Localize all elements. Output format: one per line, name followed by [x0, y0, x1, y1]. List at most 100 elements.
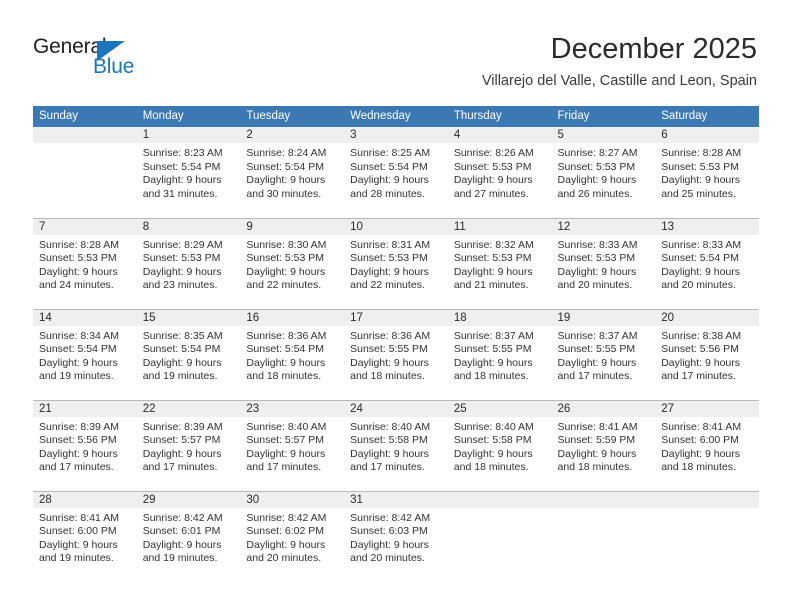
- day-details: Sunrise: 8:32 AM Sunset: 5:53 PM Daylight:…: [448, 235, 552, 293]
- day-number: 2: [240, 127, 345, 143]
- weekday-header-row: Sunday Monday Tuesday Wednesday Thursday…: [33, 106, 759, 127]
- sunrise-time: Sunrise: 8:25 AM: [350, 147, 431, 159]
- daylight-duration-line2: and 19 minutes.: [39, 370, 114, 383]
- sunset-time: Sunset: 5:56 PM: [39, 434, 117, 447]
- calendar-day-cell[interactable]: 1 Sunrise: 8:23 AM Sunset: 5:54 PM Daylight…: [136, 127, 241, 218]
- sunset-time: Sunset: 5:58 PM: [350, 434, 428, 447]
- daylight-duration-line2: and 20 minutes.: [246, 552, 322, 565]
- general-blue-logo[interactable]: General Blue: [33, 36, 183, 86]
- day-number: 24: [344, 400, 448, 417]
- day-number: 4: [447, 127, 552, 143]
- calendar-day-cell[interactable]: 8 Sunrise: 8:29 AM Sunset: 5:53 PM Daylight…: [136, 217, 241, 309]
- calendar-day-cell[interactable]: 10 Sunrise: 8:31 AM Sunset: 5:53 PM Dayligh…: [344, 217, 448, 309]
- calendar-day-cell[interactable]: 2 Sunrise: 8:24 AM Sunset: 5:54 PM Daylight…: [240, 127, 345, 218]
- daylight-duration-line1: Daylight: 9 hours: [39, 447, 118, 460]
- calendar-day-cell[interactable]: 14 Sunrise: 8:34 AM Sunset: 5:54 PM Dayligh…: [33, 308, 137, 400]
- calendar-day-cell[interactable]: 19 Sunrise: 8:37 AM Sunset: 5:55 PM Dayligh…: [551, 308, 656, 400]
- day-number: 28: [33, 491, 137, 508]
- calendar-day-cell[interactable]: 4 Sunrise: 8:26 AM Sunset: 5:53 PM Daylight…: [447, 127, 552, 218]
- calendar-day-cell[interactable]: 12 Sunrise: 8:33 AM Sunset: 5:53 PM Dayligh…: [551, 217, 656, 309]
- calendar-day-cell[interactable]: 9 Sunrise: 8:30 AM Sunset: 5:53 PM Daylight…: [240, 217, 345, 309]
- daylight-duration-line2: and 18 minutes.: [453, 370, 529, 383]
- calendar-week-row: 7 Sunrise: 8:28 AM Sunset: 5:53 PM Daylight…: [33, 217, 759, 309]
- sunset-time: Sunset: 6:01 PM: [142, 525, 221, 538]
- daylight-duration-line2: and 19 minutes.: [39, 552, 114, 565]
- calendar-day-cell[interactable]: 15 Sunrise: 8:35 AM Sunset: 5:54 PM Dayligh…: [136, 308, 241, 400]
- day-details: Sunrise: 8:36 AM Sunset: 5:54 PM Daylight:…: [240, 326, 344, 384]
- sunset-time: Sunset: 5:59 PM: [557, 434, 636, 447]
- calendar-day-cell[interactable]: 30 Sunrise: 8:42 AM Sunset: 6:02 PM Dayligh…: [240, 490, 345, 582]
- day-number: 6: [655, 127, 759, 143]
- calendar-day-cell[interactable]: 22 Sunrise: 8:39 AM Sunset: 5:57 PM Dayligh…: [136, 399, 241, 491]
- calendar-day-cell[interactable]: 16 Sunrise: 8:36 AM Sunset: 5:54 PM Dayligh…: [240, 308, 345, 400]
- daylight-duration-line2: and 20 minutes.: [661, 279, 736, 292]
- calendar-day-cell[interactable]: 25 Sunrise: 8:40 AM Sunset: 5:58 PM Dayligh…: [447, 399, 552, 491]
- day-number: 15: [136, 309, 241, 326]
- daylight-duration-line1: Daylight: 9 hours: [350, 174, 429, 187]
- calendar-week-row: 28 Sunrise: 8:41 AM Sunset: 6:00 PM Dayligh…: [33, 490, 759, 582]
- daylight-duration-line2: and 17 minutes.: [246, 461, 322, 474]
- day-number: 23: [240, 400, 345, 417]
- sunset-time: Sunset: 5:54 PM: [246, 160, 325, 173]
- day-details: Sunrise: 8:37 AM Sunset: 5:55 PM Daylight:…: [552, 326, 656, 384]
- calendar-day-cell[interactable]: 31 Sunrise: 8:42 AM Sunset: 6:03 PM Dayligh…: [344, 490, 448, 582]
- sunset-time: Sunset: 5:54 PM: [39, 343, 117, 356]
- day-number: 29: [136, 491, 241, 508]
- daylight-duration-line1: Daylight: 9 hours: [246, 538, 326, 551]
- calendar-day-cell[interactable]: 26 Sunrise: 8:41 AM Sunset: 5:59 PM Dayligh…: [551, 399, 656, 491]
- day-details: Sunrise: 8:24 AM Sunset: 5:54 PM Daylight:…: [240, 143, 344, 201]
- calendar-day-cell[interactable]: 13 Sunrise: 8:33 AM Sunset: 5:54 PM Dayligh…: [655, 217, 759, 309]
- sunset-time: Sunset: 5:55 PM: [453, 343, 532, 356]
- sunrise-time: Sunrise: 8:39 AM: [142, 420, 223, 433]
- day-details: Sunrise: 8:40 AM Sunset: 5:58 PM Daylight:…: [344, 417, 448, 475]
- calendar-day-cell[interactable]: 7 Sunrise: 8:28 AM Sunset: 5:53 PM Daylight…: [33, 217, 137, 309]
- sunrise-time: Sunrise: 8:34 AM: [39, 329, 119, 342]
- daylight-duration-line1: Daylight: 9 hours: [142, 174, 222, 187]
- daylight-duration-line1: Daylight: 9 hours: [453, 447, 533, 460]
- sunrise-sunset-calendar: Sunday Monday Tuesday Wednesday Thursday…: [33, 106, 759, 582]
- day-details: Sunrise: 8:26 AM Sunset: 5:53 PM Daylight:…: [448, 143, 552, 201]
- daylight-duration-line2: and 25 minutes.: [661, 187, 736, 200]
- day-number: [551, 491, 656, 508]
- day-number: 27: [655, 400, 759, 417]
- sunrise-time: Sunrise: 8:23 AM: [142, 147, 223, 159]
- calendar-empty-cell: [655, 490, 759, 582]
- daylight-duration-line2: and 17 minutes.: [39, 461, 114, 474]
- calendar-day-cell[interactable]: 18 Sunrise: 8:37 AM Sunset: 5:55 PM Dayligh…: [447, 308, 552, 400]
- sunrise-time: Sunrise: 8:36 AM: [246, 329, 327, 342]
- day-number: 18: [447, 309, 552, 326]
- day-number: 10: [344, 218, 448, 235]
- calendar-day-cell[interactable]: 3 Sunrise: 8:25 AM Sunset: 5:54 PM Daylight…: [344, 127, 448, 218]
- calendar-day-cell[interactable]: 5 Sunrise: 8:27 AM Sunset: 5:53 PM Daylight…: [551, 127, 656, 218]
- sunset-time: Sunset: 5:57 PM: [142, 434, 221, 447]
- daylight-duration-line1: Daylight: 9 hours: [39, 356, 118, 369]
- sunset-time: Sunset: 5:53 PM: [142, 252, 221, 265]
- sunset-time: Sunset: 5:53 PM: [453, 160, 532, 173]
- calendar-day-cell[interactable]: 21 Sunrise: 8:39 AM Sunset: 5:56 PM Dayligh…: [33, 399, 137, 491]
- sunrise-time: Sunrise: 8:41 AM: [661, 420, 742, 433]
- daylight-duration-line1: Daylight: 9 hours: [661, 174, 741, 187]
- sunrise-time: Sunrise: 8:33 AM: [661, 238, 742, 251]
- day-details: Sunrise: 8:28 AM Sunset: 5:53 PM Daylight:…: [655, 143, 759, 201]
- calendar-day-cell[interactable]: 27 Sunrise: 8:41 AM Sunset: 6:00 PM Dayligh…: [655, 399, 759, 491]
- calendar-day-cell[interactable]: 17 Sunrise: 8:36 AM Sunset: 5:55 PM Dayligh…: [344, 308, 448, 400]
- weekday-header-friday: Friday: [551, 106, 656, 127]
- daylight-duration-line2: and 22 minutes.: [350, 279, 425, 292]
- calendar-day-cell[interactable]: 20 Sunrise: 8:38 AM Sunset: 5:56 PM Dayligh…: [655, 308, 759, 400]
- day-details: Sunrise: 8:39 AM Sunset: 5:56 PM Daylight:…: [33, 417, 137, 475]
- daylight-duration-line2: and 24 minutes.: [39, 279, 114, 292]
- daylight-duration-line2: and 18 minutes.: [661, 461, 736, 474]
- calendar-day-cell[interactable]: 23 Sunrise: 8:40 AM Sunset: 5:57 PM Dayligh…: [240, 399, 345, 491]
- calendar-day-cell[interactable]: 28 Sunrise: 8:41 AM Sunset: 6:00 PM Dayligh…: [33, 490, 137, 582]
- day-details: Sunrise: 8:41 AM Sunset: 5:59 PM Daylight:…: [552, 417, 656, 475]
- sunset-time: Sunset: 6:00 PM: [39, 525, 117, 538]
- sunset-time: Sunset: 5:54 PM: [246, 343, 325, 356]
- sunrise-time: Sunrise: 8:41 AM: [39, 511, 119, 524]
- calendar-day-cell[interactable]: 6 Sunrise: 8:28 AM Sunset: 5:53 PM Daylight…: [655, 127, 759, 218]
- daylight-duration-line2: and 26 minutes.: [557, 187, 633, 200]
- calendar-day-cell[interactable]: 29 Sunrise: 8:42 AM Sunset: 6:01 PM Dayligh…: [136, 490, 241, 582]
- calendar-day-cell[interactable]: 11 Sunrise: 8:32 AM Sunset: 5:53 PM Dayligh…: [447, 217, 552, 309]
- calendar-day-cell[interactable]: 24 Sunrise: 8:40 AM Sunset: 5:58 PM Dayligh…: [344, 399, 448, 491]
- day-details: Sunrise: 8:36 AM Sunset: 5:55 PM Daylight:…: [344, 326, 448, 384]
- sunrise-time: Sunrise: 8:42 AM: [350, 511, 431, 524]
